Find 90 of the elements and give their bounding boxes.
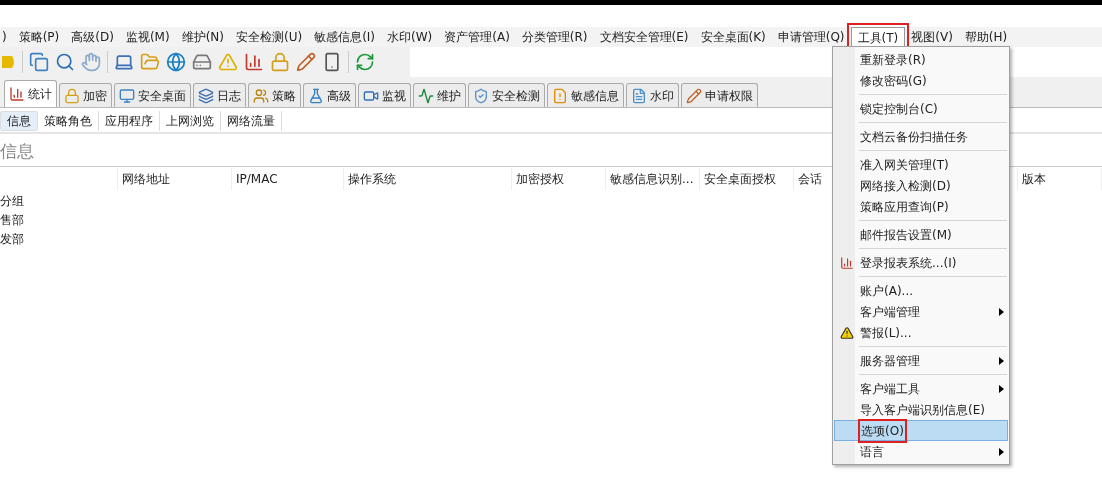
menu-item[interactable]: 选项(O)	[834, 420, 1008, 441]
pencil-icon	[686, 87, 702, 104]
drive-icon[interactable]	[192, 52, 212, 72]
monitor-icon	[119, 87, 135, 104]
padlock-icon	[64, 87, 80, 104]
menu-bar-item[interactable]: 文档安全管理(E)	[593, 27, 695, 47]
menu-bar-item[interactable]: 策略(P)	[12, 27, 66, 47]
submenu-arrow-icon	[999, 307, 1004, 316]
document-icon	[631, 87, 647, 104]
column-header: 加密授权	[516, 171, 564, 188]
people-icon	[253, 87, 269, 104]
flask-icon	[308, 87, 324, 104]
tree-item[interactable]: 发部	[0, 229, 24, 248]
column-header: 版本	[1022, 171, 1046, 188]
hand-icon[interactable]	[81, 52, 101, 72]
phone-icon[interactable]	[322, 52, 342, 72]
tab[interactable]: 安全检测	[468, 83, 545, 107]
menu-bar-item[interactable]: 分类管理(R)	[515, 27, 594, 47]
sub-tab[interactable]: 策略角色	[38, 111, 99, 131]
sub-tab[interactable]: 上网浏览	[160, 111, 221, 131]
menu-bar-item[interactable]: 安全桌面(K)	[694, 27, 772, 47]
windows-icon[interactable]	[29, 52, 49, 72]
submenu-arrow-icon	[999, 447, 1004, 456]
submenu-arrow-icon	[999, 384, 1004, 393]
tree-item[interactable]: 分组	[0, 191, 24, 210]
menu-bar-item[interactable]: 视图(V)	[905, 27, 959, 47]
column-header: IP/MAC	[236, 171, 278, 188]
column-header: 会话	[798, 171, 822, 188]
tab[interactable]: 水印	[626, 83, 679, 107]
pulse-icon	[418, 87, 434, 104]
sub-tab[interactable]: 网络流量	[221, 111, 282, 131]
menu-item[interactable]: 锁定控制台(C)	[834, 98, 1008, 119]
tab[interactable]: 统计	[4, 80, 57, 107]
sub-tab[interactable]: 信息	[0, 111, 38, 131]
menu-item[interactable]: 准入网关管理(T)	[834, 154, 1008, 175]
column-header: 操作系统	[348, 171, 396, 188]
menu-item[interactable]: 账户(A)...	[834, 280, 1008, 301]
menu-item[interactable]: 网络接入检测(D)	[834, 175, 1008, 196]
padlock-icon[interactable]	[270, 52, 290, 72]
tab[interactable]: 加密	[59, 83, 112, 107]
menu-item[interactable]: 语言	[834, 441, 1008, 462]
menu-bar-item[interactable]: 敏感信息(I)	[308, 27, 382, 47]
globe-icon[interactable]	[166, 52, 186, 72]
magnifier-icon[interactable]	[55, 52, 75, 72]
menu-item[interactable]: 警报(L)...	[834, 322, 1008, 343]
tree-item[interactable]: 售部	[0, 210, 24, 229]
shield-icon	[473, 87, 489, 104]
menu-item[interactable]: 客户端管理	[834, 301, 1008, 322]
pencil-icon[interactable]	[296, 52, 316, 72]
folder-icon[interactable]	[140, 52, 160, 72]
menu-bar-item[interactable]: 申请管理(Q)	[771, 27, 851, 47]
menu-item[interactable]: 策略应用查询(P)	[834, 196, 1008, 217]
menu-item[interactable]: 导入客户端识别信息(E)	[834, 399, 1008, 420]
warning-icon	[840, 325, 854, 340]
refresh-icon[interactable]	[355, 52, 375, 72]
section-title: 信息	[0, 140, 35, 163]
menu-item[interactable]: 客户端工具	[834, 378, 1008, 399]
menu-bar-item[interactable]: 维护(N)	[175, 27, 230, 47]
document-warning-icon	[552, 87, 568, 104]
menu-bar-item[interactable]: 高级(D)	[65, 27, 120, 47]
menu-item[interactable]: 文档云备份扫描任务	[834, 126, 1008, 147]
menu-item[interactable]: 修改密码(G)	[834, 70, 1008, 91]
menu-bar-item[interactable]: 帮助(H)	[958, 27, 1014, 47]
submenu-arrow-icon	[999, 356, 1004, 365]
menu-bar-item[interactable]: 资产管理(A)	[438, 27, 516, 47]
tab[interactable]: 策略	[248, 83, 301, 107]
menu-item[interactable]: 登录报表系统...(I)	[834, 252, 1008, 273]
tab[interactable]: 日志	[193, 83, 246, 107]
column-header: 网络地址	[122, 171, 170, 188]
bar-chart-icon[interactable]	[244, 52, 264, 72]
computer-icon[interactable]	[114, 52, 134, 72]
tab[interactable]: 安全桌面	[114, 83, 191, 107]
menu-bar-item[interactable]: )	[0, 27, 13, 47]
menu-bar-item[interactable]: 水印(W)	[381, 27, 439, 47]
tab[interactable]: 维护	[413, 83, 466, 107]
sub-tab[interactable]: 应用程序	[99, 111, 160, 131]
column-header: 安全桌面授权	[704, 171, 776, 188]
tab[interactable]: 敏感信息	[547, 83, 624, 107]
tab[interactable]: 高级	[303, 83, 356, 107]
tab[interactable]: 申请权限	[681, 83, 758, 107]
menu-bar-item[interactable]: 监视(M)	[119, 27, 176, 47]
bar-chart-icon	[9, 86, 25, 102]
bar-chart-icon	[840, 255, 854, 270]
tab[interactable]: 监视	[358, 83, 411, 107]
stack-icon	[198, 87, 214, 104]
menu-item[interactable]: 邮件报告设置(M)	[834, 224, 1008, 245]
menu-item[interactable]: 重新登录(R)	[834, 49, 1008, 70]
column-header: 敏感信息识别...	[610, 171, 694, 188]
menu-item[interactable]: 服务器管理	[834, 350, 1008, 371]
menu-bar-item[interactable]: 安全检测(U)	[229, 27, 309, 47]
